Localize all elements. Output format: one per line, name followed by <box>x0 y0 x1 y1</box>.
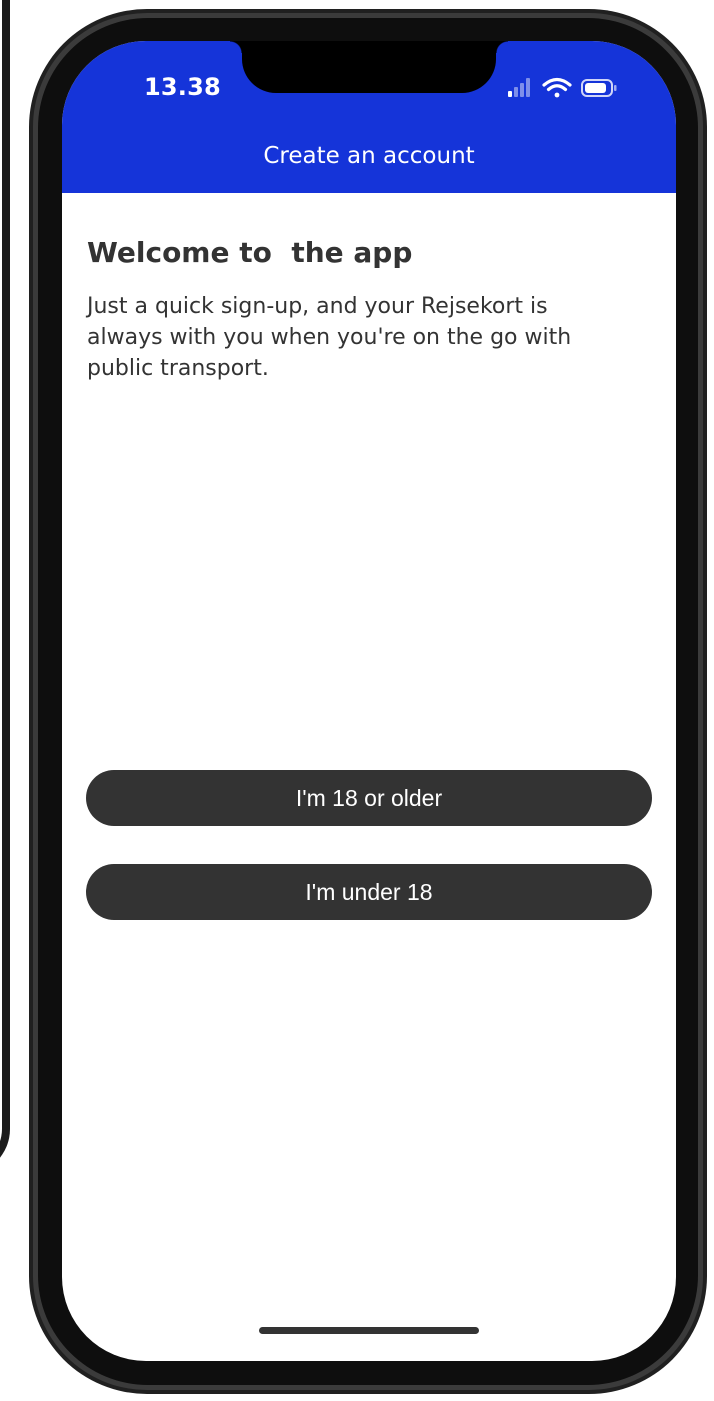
age-18-or-older-button[interactable]: I'm 18 or older <box>86 770 652 826</box>
adjacent-device-edge <box>0 0 10 1175</box>
intro-text: Just a quick sign-up, and your Rejsekort… <box>87 294 572 381</box>
welcome-section: Welcome to the app Just a quick sign-up,… <box>87 235 653 384</box>
page-title: Create an account <box>263 143 475 169</box>
stage: 13.38 Create an account Welcome to the a… <box>0 0 714 1401</box>
wifi-icon <box>542 77 572 98</box>
battery-icon <box>581 79 617 97</box>
phone-screen: 13.38 Create an account Welcome to the a… <box>62 41 676 1361</box>
phone-notch <box>230 41 508 93</box>
age-under-18-button[interactable]: I'm under 18 <box>86 864 652 920</box>
status-time: 13.38 <box>144 73 221 101</box>
status-icons <box>508 77 617 98</box>
home-indicator[interactable] <box>259 1327 479 1334</box>
welcome-heading: Welcome to the app <box>87 236 413 269</box>
cellular-signal-icon <box>508 78 530 97</box>
